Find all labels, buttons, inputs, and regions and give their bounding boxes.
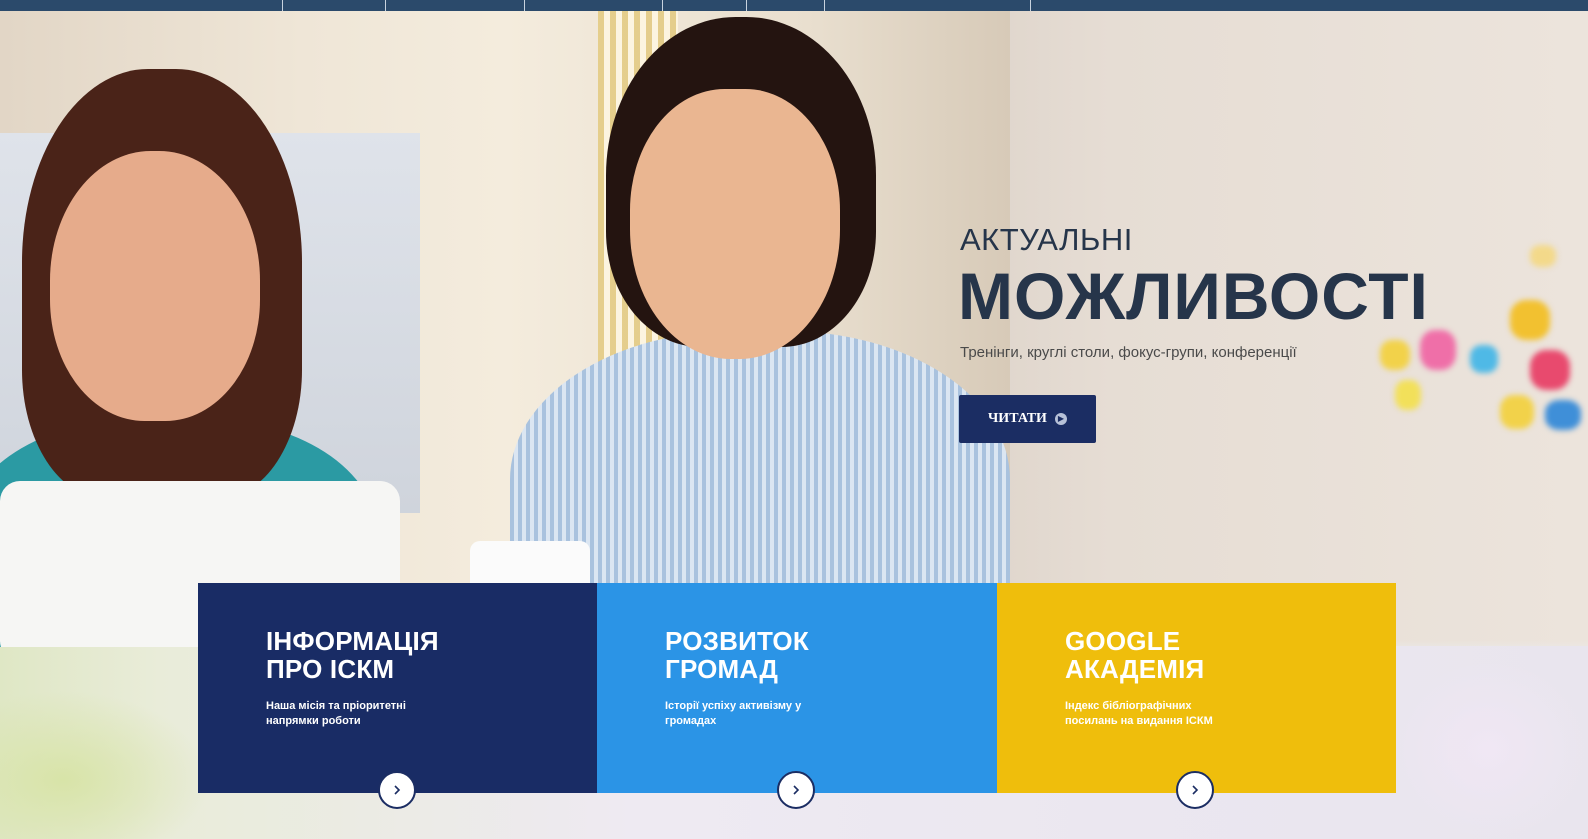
hero-title: МОЖЛИВОСТІ (958, 259, 1429, 333)
read-button-label: ЧИТАТИ (988, 411, 1047, 426)
nav-separator (1030, 0, 1031, 11)
nav-separator (824, 0, 825, 11)
card-iskm-info[interactable]: ІНФОРМАЦІЯ ПРО ІСКМ Наша місія та пріори… (198, 583, 598, 793)
card-description: Індекс бібліографічних посилань на видан… (1065, 700, 1213, 727)
nav-separator (385, 0, 386, 11)
nav-separator (282, 0, 283, 11)
card-title: ІНФОРМАЦІЯ ПРО ІСКМ (266, 626, 439, 684)
card-community-development-arrow-button[interactable] (777, 771, 815, 809)
card-title: РОЗВИТОК ГРОМАД (665, 626, 809, 684)
play-circle-icon: ▶ (1054, 413, 1067, 425)
hero-kicker: АКТУАЛЬНІ (960, 222, 1133, 257)
card-title: GOOGLE АКАДЕМІЯ (1065, 626, 1205, 684)
read-button[interactable]: ЧИТАТИ ▶ (959, 395, 1096, 443)
lower-background-blob (1390, 660, 1588, 839)
card-description: Історії успіху активізму у громадах (665, 700, 802, 727)
chevron-right-icon (1192, 785, 1199, 795)
sticky-note-decoration (1545, 400, 1581, 430)
nav-separator (662, 0, 663, 11)
chevron-right-icon (394, 785, 401, 795)
sticky-note-decoration (1530, 245, 1556, 267)
hero-photo (0, 11, 1010, 647)
sticky-note-decoration (1510, 300, 1550, 340)
top-navigation-bar (0, 0, 1588, 11)
card-iskm-info-arrow-button[interactable] (378, 771, 416, 809)
sticky-note-decoration (1530, 350, 1570, 390)
card-google-academy-arrow-button[interactable] (1176, 771, 1214, 809)
nav-separator (524, 0, 525, 11)
lower-background-blob (0, 690, 210, 839)
nav-separator (746, 0, 747, 11)
card-google-academy[interactable]: GOOGLE АКАДЕМІЯ Індекс бібліографічних п… (997, 583, 1396, 793)
sticky-note-decoration (1420, 330, 1456, 370)
sticky-note-decoration (1380, 340, 1410, 370)
sticky-note-decoration (1500, 395, 1534, 429)
sticky-note-decoration (1395, 380, 1421, 410)
card-description: Наша місія та пріоритетні напрямки робот… (266, 700, 406, 727)
page: АКТУАЛЬНІ МОЖЛИВОСТІ Тренінги, круглі ст… (0, 0, 1588, 839)
sticky-note-decoration (1470, 345, 1498, 373)
card-community-development[interactable]: РОЗВИТОК ГРОМАД Історії успіху активізму… (597, 583, 997, 793)
chevron-right-icon (793, 785, 800, 795)
hero-subtitle: Тренінги, круглі столи, фокус-групи, кон… (960, 344, 1297, 361)
